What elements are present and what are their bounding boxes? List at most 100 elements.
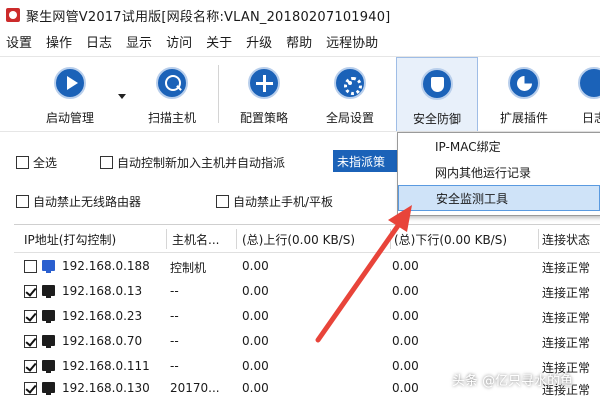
shield-icon <box>421 68 453 100</box>
table-row[interactable]: 192.168.0.13 -- 0.00 0.00 连接正常 <box>14 279 600 304</box>
row-hostname: -- <box>170 309 179 323</box>
magnifier-icon <box>156 67 188 99</box>
extension-plugins-button[interactable]: 扩展插件 <box>484 57 564 131</box>
table-header: IP地址(打勾控制) 主机名... (总)上行(0.00 KB/S) (总)下行… <box>14 225 600 253</box>
column-status[interactable]: 连接状态 <box>542 231 600 248</box>
row-checkbox[interactable] <box>24 335 37 348</box>
row-hostname: 20170... <box>170 381 220 395</box>
pie-icon <box>508 67 540 99</box>
row-ip: 192.168.0.70 <box>62 334 143 348</box>
security-defense-menu: IP-MAC绑定 网内其他运行记录 安全监测工具 <box>397 132 600 216</box>
select-all-label: 全选 <box>33 156 58 170</box>
row-checkbox[interactable] <box>24 285 37 298</box>
menu-upgrade[interactable]: 升级 <box>246 32 272 51</box>
menu-operate[interactable]: 操作 <box>46 32 72 51</box>
row-upload: 0.00 <box>242 334 269 348</box>
row-download: 0.00 <box>392 259 419 273</box>
column-divider <box>538 229 539 249</box>
auto-control-checkbox[interactable] <box>100 156 113 169</box>
table-row[interactable]: 192.168.0.23 -- 0.00 0.00 连接正常 <box>14 304 600 329</box>
block-router-checkbox[interactable] <box>16 195 29 208</box>
row-checkbox[interactable] <box>24 260 37 273</box>
app-logo-icon <box>6 8 20 22</box>
cross-icon <box>248 67 280 99</box>
row-ip: 192.168.0.13 <box>62 284 143 298</box>
column-download[interactable]: (总)下行(0.00 KB/S) <box>394 231 536 248</box>
row-status: 连接正常 <box>542 311 591 325</box>
row-upload: 0.00 <box>242 309 269 323</box>
window-title: 聚生网管V2017试用版[网段名称:VLAN_20180207101940] <box>26 9 391 25</box>
computer-icon <box>42 310 55 323</box>
column-hostname[interactable]: 主机名... <box>172 231 234 248</box>
table-row[interactable]: 192.168.0.70 -- 0.00 0.00 连接正常 <box>14 329 600 354</box>
column-ip[interactable]: IP地址(打勾控制) <box>24 231 164 248</box>
menu-log[interactable]: 日志 <box>86 32 112 51</box>
row-upload: 0.00 <box>242 359 269 373</box>
column-divider <box>390 229 391 249</box>
watermark: 头条 @亿只寻水的鱼 <box>452 374 574 389</box>
select-all-checkbox[interactable] <box>16 156 29 169</box>
global-settings-button[interactable]: 全局设置 <box>312 57 388 131</box>
row-status: 连接正常 <box>542 336 591 350</box>
block-phone-label: 自动禁止手机/平板 <box>233 195 334 209</box>
toolbar: 启动管理 扫描主机 配置策略 全局设置 安全防御 扩展插件 日志 <box>0 56 600 132</box>
start-management-button[interactable]: 启动管理 <box>30 57 110 131</box>
auto-control-label: 自动控制新加入主机并自动指派 <box>117 156 286 170</box>
row-download: 0.00 <box>392 284 419 298</box>
row-hostname: 控制机 <box>170 261 207 275</box>
row-checkbox[interactable] <box>24 310 37 323</box>
log-label: 日志 <box>581 111 600 125</box>
row-hostname: -- <box>170 359 179 373</box>
select-all-option[interactable]: 全选 <box>16 154 57 171</box>
row-checkbox[interactable] <box>24 360 37 373</box>
row-ip: 192.168.0.130 <box>62 381 150 395</box>
block-router-label: 自动禁止无线路由器 <box>33 195 142 209</box>
block-phone-checkbox[interactable] <box>216 195 229 208</box>
block-phone-option[interactable]: 自动禁止手机/平板 <box>216 193 333 210</box>
menu-settings[interactable]: 设置 <box>6 32 32 51</box>
menu-display[interactable]: 显示 <box>126 32 152 51</box>
auto-control-option[interactable]: 自动控制新加入主机并自动指派 <box>100 154 285 171</box>
row-checkbox[interactable] <box>24 382 37 395</box>
menu-item-other-run-records[interactable]: 网内其他运行记录 <box>398 159 600 185</box>
column-divider <box>166 229 167 249</box>
config-policy-button[interactable]: 配置策略 <box>226 57 302 131</box>
menu-about[interactable]: 关于 <box>206 32 232 51</box>
computer-icon <box>42 335 55 348</box>
row-ip: 192.168.0.23 <box>62 309 143 323</box>
scan-hosts-button[interactable]: 扫描主机 <box>133 57 211 131</box>
menu-help[interactable]: 帮助 <box>286 32 312 51</box>
row-ip: 192.168.0.111 <box>62 359 150 373</box>
start-management-label: 启动管理 <box>45 111 94 125</box>
menu-item-security-monitor-tool[interactable]: 安全监测工具 <box>398 185 600 211</box>
computer-icon <box>42 382 55 395</box>
row-upload: 0.00 <box>242 381 269 395</box>
row-ip: 192.168.0.188 <box>62 259 150 273</box>
block-router-option[interactable]: 自动禁止无线路由器 <box>16 193 141 210</box>
row-upload: 0.00 <box>242 259 269 273</box>
row-status: 连接正常 <box>542 261 591 275</box>
menu-remote-assist[interactable]: 远程协助 <box>326 32 378 51</box>
toolbar-divider <box>218 65 219 123</box>
chevron-down-icon[interactable] <box>118 94 126 99</box>
menu-item-ip-mac-binding[interactable]: IP-MAC绑定 <box>398 133 600 159</box>
menu-bar: 设置 操作 日志 显示 访问 关于 升级 帮助 远程协助 <box>0 30 600 52</box>
play-icon <box>54 67 86 99</box>
gear-icon <box>334 67 366 99</box>
menu-access[interactable]: 访问 <box>166 32 192 51</box>
security-defense-button[interactable]: 安全防御 <box>396 57 478 131</box>
row-status: 连接正常 <box>542 286 591 300</box>
log-icon <box>578 67 600 99</box>
column-upload[interactable]: (总)上行(0.00 KB/S) <box>242 231 390 248</box>
row-download: 0.00 <box>392 334 419 348</box>
computer-icon <box>42 360 55 373</box>
scan-hosts-label: 扫描主机 <box>147 111 196 125</box>
row-hostname: -- <box>170 284 179 298</box>
computer-icon <box>42 260 55 273</box>
title-bar: 聚生网管V2017试用版[网段名称:VLAN_20180207101940] <box>0 0 600 30</box>
policy-select[interactable]: 未指派策 <box>333 150 403 172</box>
row-download: 0.00 <box>392 309 419 323</box>
table-row[interactable]: 192.168.0.188 控制机 0.00 0.00 连接正常 <box>14 254 600 279</box>
computer-icon <box>42 285 55 298</box>
log-button[interactable]: 日志 <box>574 57 600 131</box>
